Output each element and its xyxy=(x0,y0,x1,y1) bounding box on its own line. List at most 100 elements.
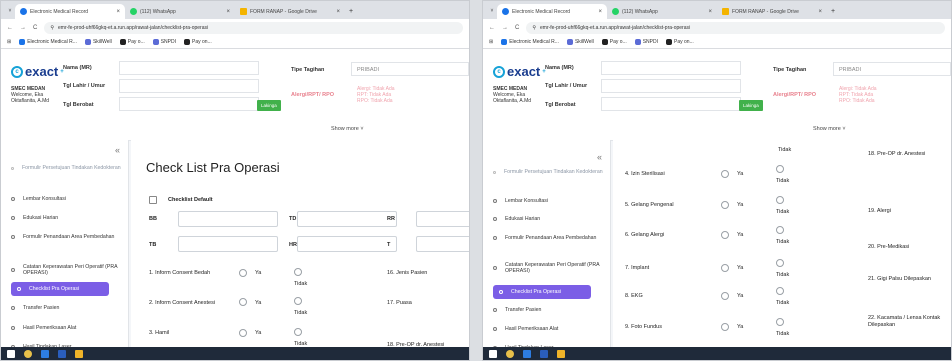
sidebar-item[interactable]: Formulir Persetujuan Tindakan Kedokteran xyxy=(11,165,123,171)
sidebar-item[interactable]: Catatan Keperawatan Peri Operatif (PRA O… xyxy=(493,262,605,274)
tab-emr[interactable]: Electronic Medical Record × xyxy=(497,4,607,19)
ya-radio[interactable] xyxy=(721,323,729,331)
reload-icon[interactable]: C xyxy=(515,25,519,31)
sidebar-item[interactable]: Transfer Pasien xyxy=(493,307,605,313)
t-input[interactable] xyxy=(416,236,469,252)
back-icon[interactable]: ← xyxy=(489,25,495,31)
tab-search-icon[interactable]: ˅ xyxy=(5,8,15,14)
outlook-icon[interactable] xyxy=(523,349,531,358)
word-icon[interactable] xyxy=(58,349,66,358)
new-tab-icon[interactable]: + xyxy=(349,8,353,15)
status-button[interactable]: Lakinga xyxy=(739,100,763,111)
ya-radio[interactable] xyxy=(239,329,247,337)
tab-drive[interactable]: FORM RANAP - Google Drive × xyxy=(717,4,827,19)
url-field[interactable]: ⚲ emr-fe-prod-uhf66gkq-et.a.run.app/rawat… xyxy=(44,21,463,34)
bookmark-item[interactable]: Pay on... xyxy=(666,39,694,45)
sidebar-item[interactable]: Formulir Penandaan Area Pembedahan xyxy=(11,234,123,240)
tb-input[interactable] xyxy=(178,236,278,252)
sidebar-item[interactable]: Lembar Konsultasi xyxy=(493,198,605,204)
close-icon[interactable]: × xyxy=(116,9,120,15)
sidebar-item[interactable]: Hasil Pemeriksaan Alat xyxy=(11,325,123,331)
windows-start-icon[interactable] xyxy=(489,349,497,358)
sidebar-item[interactable]: Edukasi Harian xyxy=(11,215,123,221)
tidak-radio[interactable] xyxy=(776,165,784,173)
forward-icon[interactable]: → xyxy=(20,25,26,31)
sidebar-item[interactable]: Formulir Penandaan Area Pembedahan xyxy=(493,235,605,241)
tidak-radio[interactable] xyxy=(776,226,784,234)
ya-radio[interactable] xyxy=(721,170,729,178)
bookmark-item[interactable]: Electronic Medical R... xyxy=(19,39,77,45)
close-icon[interactable]: × xyxy=(708,9,712,15)
sidebar-item[interactable]: Hasil Pemeriksaan Alat xyxy=(493,326,605,332)
bookmark-item[interactable]: SkillWell xyxy=(566,39,594,45)
bullet-icon xyxy=(493,266,497,270)
bookmark-item[interactable]: Pay o... xyxy=(601,39,627,45)
ya-radio[interactable] xyxy=(721,292,729,300)
bookmark-item[interactable]: Pay on... xyxy=(184,39,212,45)
chrome-icon[interactable] xyxy=(506,349,514,358)
sidebar-item[interactable]: Lembar Konsultasi xyxy=(11,196,123,202)
ya-radio[interactable] xyxy=(239,269,247,277)
show-more-link[interactable]: Show more ˅ xyxy=(331,126,364,132)
new-tab-icon[interactable]: + xyxy=(831,8,835,15)
td-input[interactable] xyxy=(297,211,397,227)
ya-radio[interactable] xyxy=(239,298,247,306)
word-icon[interactable] xyxy=(540,349,548,358)
sidebar-item-active[interactable]: Checklist Pra Operasi xyxy=(493,285,591,299)
close-icon[interactable]: × xyxy=(226,9,230,15)
explorer-icon[interactable] xyxy=(557,349,565,358)
apps-icon[interactable]: ⊞ xyxy=(489,39,493,45)
bookmark-item[interactable]: SkillWell xyxy=(84,39,112,45)
windows-start-icon[interactable] xyxy=(7,349,15,358)
bookmark-item[interactable]: SNPDI xyxy=(152,39,176,45)
status-button[interactable]: Lakinga xyxy=(257,100,281,111)
sidebar-item[interactable]: Transfer Pasien xyxy=(11,305,123,311)
t-label: T xyxy=(387,242,391,248)
sidebar-item[interactable]: Edukasi Harian xyxy=(493,216,605,222)
outlook-icon[interactable] xyxy=(41,349,49,358)
sidebar-item-active[interactable]: Checklist Pra Operasi xyxy=(11,282,109,296)
sidebar-item[interactable]: Catatan Keperawatan Peri Operatif (PRA O… xyxy=(11,264,123,276)
bookmark-item[interactable]: SNPDI xyxy=(634,39,658,45)
tab-whatsapp[interactable]: (112) WhatsApp × xyxy=(607,4,717,19)
tab-drive[interactable]: FORM RANAP - Google Drive × xyxy=(235,4,345,19)
ya-radio[interactable] xyxy=(721,231,729,239)
close-icon[interactable]: × xyxy=(598,9,602,15)
rr-input[interactable] xyxy=(416,211,469,227)
sidebar-item[interactable]: Formulir Persetujuan Tindakan Kedokteran xyxy=(493,169,605,175)
tab-emr[interactable]: Electronic Medical Record × xyxy=(15,4,125,19)
user-info: SMEC MEDAN Welcome, Eka Oktaflanita, A.Md xyxy=(11,86,49,104)
tidak-radio[interactable] xyxy=(294,297,302,305)
collapse-icon[interactable]: « xyxy=(597,152,602,162)
forward-icon[interactable]: → xyxy=(502,25,508,31)
tidak-radio[interactable] xyxy=(294,328,302,336)
back-icon[interactable]: ← xyxy=(7,25,13,31)
site-info-icon[interactable]: ⚲ xyxy=(532,25,536,31)
close-icon[interactable]: × xyxy=(818,9,822,15)
bb-input[interactable] xyxy=(178,211,278,227)
taskbar xyxy=(1,347,469,360)
chrome-icon[interactable] xyxy=(24,349,32,358)
site-info-icon[interactable]: ⚲ xyxy=(50,25,54,31)
collapse-icon[interactable]: « xyxy=(115,145,120,155)
url-field[interactable]: ⚲ emr-fe-prod-uhf66gkq-et.a.run.app/rawat… xyxy=(526,21,945,34)
tidak-label: Tidak xyxy=(776,272,790,278)
tab-whatsapp[interactable]: (112) WhatsApp × xyxy=(125,4,235,19)
tab-search-icon[interactable]: ˅ xyxy=(487,8,497,14)
tidak-radio[interactable] xyxy=(776,259,784,267)
tidak-radio[interactable] xyxy=(776,287,784,295)
hr-input[interactable] xyxy=(297,236,397,252)
tidak-radio[interactable] xyxy=(776,318,784,326)
ya-radio[interactable] xyxy=(721,201,729,209)
reload-icon[interactable]: C xyxy=(33,25,37,31)
bookmark-item[interactable]: Pay o... xyxy=(119,39,145,45)
show-more-link[interactable]: Show more ˅ xyxy=(813,126,846,132)
close-icon[interactable]: × xyxy=(336,9,340,15)
explorer-icon[interactable] xyxy=(75,349,83,358)
tidak-radio[interactable] xyxy=(294,268,302,276)
bookmark-item[interactable]: Electronic Medical R... xyxy=(501,39,559,45)
tidak-radio[interactable] xyxy=(776,196,784,204)
ya-radio[interactable] xyxy=(721,264,729,272)
checklist-default-checkbox[interactable] xyxy=(149,196,157,204)
apps-icon[interactable]: ⊞ xyxy=(7,39,11,45)
